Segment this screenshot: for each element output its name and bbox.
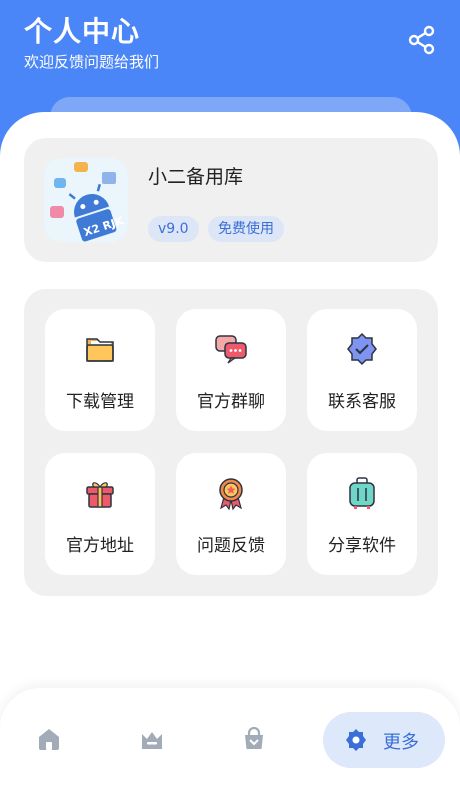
app-icon: X2 RJK [44, 158, 128, 242]
app-info-card[interactable]: X2 RJK 小二备用库 v9.0 免费使用 [24, 138, 438, 262]
menu-tile-label: 问题反馈 [197, 536, 265, 556]
award-medal-icon [219, 478, 243, 511]
menu-tile-share-app[interactable]: 分享软件 [307, 453, 417, 575]
menu-tile-label: 下载管理 [66, 392, 134, 412]
menu-tile-download-manager[interactable]: 下载管理 [45, 309, 155, 431]
gift-icon [86, 482, 114, 508]
home-icon [39, 729, 59, 750]
chat-bubbles-icon [215, 335, 247, 364]
crown-icon [142, 732, 162, 749]
license-badge: 免费使用 [208, 216, 284, 242]
nav-item-crown[interactable] [137, 724, 167, 754]
bottom-navigation: 更多 [0, 688, 460, 798]
nav-item-bag[interactable] [239, 724, 269, 754]
android-robot-app-icon: X2 RJK [44, 158, 128, 242]
page-subtitle: 欢迎反馈问题给我们 [24, 53, 160, 71]
share-icon [408, 25, 435, 55]
menu-tile-label: 联系客服 [328, 392, 396, 412]
menu-tile-feedback[interactable]: 问题反馈 [176, 453, 286, 575]
menu-tile-label: 分享软件 [328, 536, 396, 556]
menu-tile-customer-service[interactable]: 联系客服 [307, 309, 417, 431]
verified-badge-icon [347, 332, 377, 366]
folder-icon [86, 338, 114, 362]
shopping-bag-icon [245, 726, 263, 749]
version-badge: v9.0 [148, 216, 199, 242]
nav-item-more[interactable]: 更多 [323, 712, 445, 768]
menu-tile-label: 官方群聊 [197, 392, 265, 412]
menu-tile-official-group[interactable]: 官方群聊 [176, 309, 286, 431]
app-name: 小二备用库 [148, 166, 244, 188]
luggage-icon [349, 477, 375, 509]
menu-tile-label: 官方地址 [66, 536, 134, 556]
nav-item-more-label: 更多 [383, 732, 419, 753]
menu-tile-official-address[interactable]: 官方地址 [45, 453, 155, 575]
page-title: 个人中心 [24, 15, 141, 48]
function-grid: 下载管理 官方群聊 联系客服 官方地址 问题反馈 分享软件 [24, 289, 438, 596]
nav-item-home[interactable] [34, 724, 64, 754]
share-button[interactable] [404, 22, 440, 58]
gear-badge-icon [346, 729, 366, 751]
